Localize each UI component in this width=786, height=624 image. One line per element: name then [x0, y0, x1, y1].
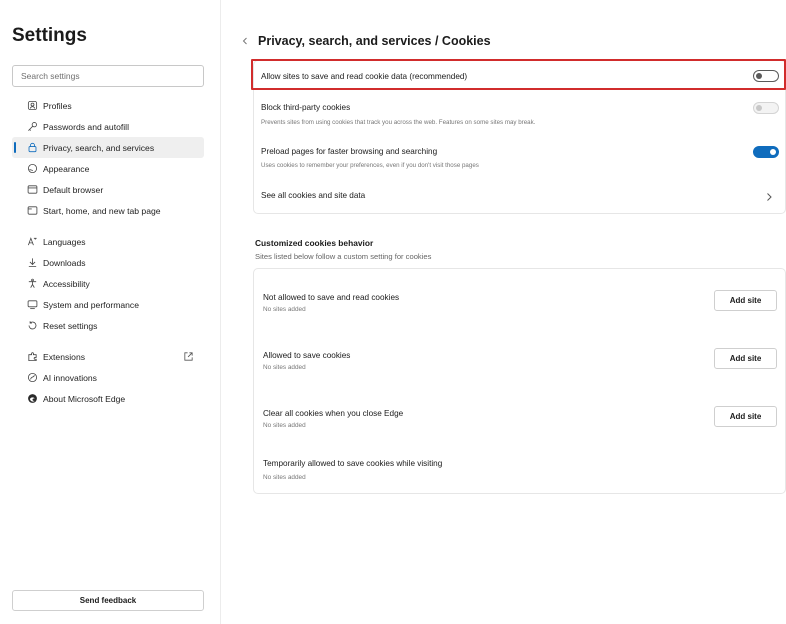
key-icon: [26, 121, 38, 133]
settings-title: Settings: [12, 25, 87, 46]
main-content: Privacy, search, and services / Cookies …: [222, 0, 786, 624]
sidebar-item-languages[interactable]: Languages: [12, 231, 204, 252]
ai-icon: [26, 372, 38, 384]
external-link-icon[interactable]: [183, 351, 194, 362]
sidebar-item-label: Languages: [43, 236, 86, 247]
sidebar-item-label: Downloads: [43, 257, 86, 268]
preload-pages-desc: Uses cookies to remember your preference…: [261, 162, 479, 169]
home-tab-icon: [26, 205, 38, 217]
block-third-party-desc: Prevents sites from using cookies that t…: [261, 119, 536, 126]
sidebar-item-default-browser[interactable]: Default browser: [12, 179, 204, 200]
extensions-icon: [26, 351, 38, 363]
cookie-settings-card: Allow sites to save and read cookie data…: [253, 60, 786, 214]
search-input[interactable]: [12, 65, 204, 87]
sidebar-item-privacy[interactable]: Privacy, search, and services: [12, 137, 204, 158]
breadcrumb: Privacy, search, and services / Cookies: [240, 34, 491, 48]
temporarily-allowed-desc: No sites added: [263, 474, 306, 481]
profile-icon: [26, 100, 38, 112]
custom-section-desc: Sites listed below follow a custom setti…: [255, 252, 432, 261]
download-icon: [26, 257, 38, 269]
see-all-cookies-row[interactable]: See all cookies and site data: [254, 179, 785, 213]
reset-icon: [26, 320, 38, 332]
sidebar-item-label: Profiles: [43, 100, 72, 111]
accessibility-icon: [26, 278, 38, 290]
block-third-party-label: Block third-party cookies: [261, 103, 351, 112]
sidebar-item-ai-innovations[interactable]: AI innovations: [12, 367, 204, 388]
not-allowed-row: Not allowed to save and read cookies No …: [254, 269, 785, 327]
block-third-party-row[interactable]: Block third-party cookies Prevents sites…: [254, 91, 785, 129]
sidebar-item-label: About Microsoft Edge: [43, 393, 126, 404]
allowed-label: Allowed to save cookies: [263, 351, 351, 360]
settings-window: Settings Profiles Passwords and autofill…: [0, 0, 786, 624]
sidebar-item-label: Passwords and autofill: [43, 121, 129, 132]
chevron-right-icon: [767, 193, 772, 201]
allowed-desc: No sites added: [263, 364, 306, 371]
clear-on-close-label: Clear all cookies when you close Edge: [263, 409, 404, 418]
temporarily-allowed-label: Temporarily allowed to save cookies whil…: [263, 459, 443, 468]
sidebar-item-accessibility[interactable]: Accessibility: [12, 273, 204, 294]
sidebar-item-profiles[interactable]: Profiles: [12, 95, 204, 116]
page-title: Privacy, search, and services / Cookies: [258, 34, 491, 48]
back-chevron-icon[interactable]: [240, 35, 250, 47]
sidebar-item-label: Appearance: [43, 163, 90, 174]
sidebar-item-downloads[interactable]: Downloads: [12, 252, 204, 273]
add-site-button[interactable]: Add site: [714, 406, 777, 427]
preload-pages-toggle[interactable]: [753, 146, 779, 158]
temporarily-allowed-row: Temporarily allowed to save cookies whil…: [254, 443, 785, 493]
sidebar: Settings Profiles Passwords and autofill…: [0, 0, 221, 624]
languages-icon: [26, 236, 38, 248]
not-allowed-desc: No sites added: [263, 306, 306, 313]
allow-cookies-label: Allow sites to save and read cookie data…: [261, 72, 468, 81]
allowed-row: Allowed to save cookies No sites added A…: [254, 327, 785, 385]
sidebar-nav: Profiles Passwords and autofill Privacy,…: [12, 95, 204, 409]
system-icon: [26, 299, 38, 311]
send-feedback-button[interactable]: Send feedback: [12, 590, 204, 611]
lock-icon: [26, 142, 38, 154]
sidebar-item-start-home[interactable]: Start, home, and new tab page: [12, 200, 204, 221]
preload-pages-row[interactable]: Preload pages for faster browsing and se…: [254, 137, 785, 177]
allow-cookies-row[interactable]: Allow sites to save and read cookie data…: [254, 61, 785, 91]
custom-section-title: Customized cookies behavior: [255, 238, 374, 248]
sidebar-item-label: Default browser: [43, 184, 104, 195]
add-site-button[interactable]: Add site: [714, 290, 777, 311]
sidebar-item-label: Privacy, search, and services: [43, 142, 155, 153]
see-all-cookies-label: See all cookies and site data: [261, 191, 366, 200]
sidebar-item-passwords[interactable]: Passwords and autofill: [12, 116, 204, 137]
sidebar-item-label: Accessibility: [43, 278, 90, 289]
sidebar-item-about[interactable]: About Microsoft Edge: [12, 388, 204, 409]
sidebar-item-label: Reset settings: [43, 320, 98, 331]
sidebar-item-label: System and performance: [43, 299, 140, 310]
appearance-icon: [26, 163, 38, 175]
not-allowed-label: Not allowed to save and read cookies: [263, 293, 400, 302]
sidebar-item-extensions[interactable]: Extensions: [12, 346, 204, 367]
sidebar-item-label: Start, home, and new tab page: [43, 205, 161, 216]
edge-icon: [26, 393, 38, 405]
clear-on-close-desc: No sites added: [263, 422, 306, 429]
clear-on-close-row: Clear all cookies when you close Edge No…: [254, 385, 785, 443]
browser-icon: [26, 184, 38, 196]
block-third-party-toggle[interactable]: [753, 102, 779, 114]
sidebar-item-label: AI innovations: [43, 372, 97, 383]
allow-cookies-toggle[interactable]: [753, 70, 779, 82]
custom-cookies-card: Not allowed to save and read cookies No …: [253, 268, 786, 494]
add-site-button[interactable]: Add site: [714, 348, 777, 369]
sidebar-item-label: Extensions: [43, 351, 86, 362]
sidebar-item-appearance[interactable]: Appearance: [12, 158, 204, 179]
sidebar-item-reset[interactable]: Reset settings: [12, 315, 204, 336]
preload-pages-label: Preload pages for faster browsing and se…: [261, 147, 438, 156]
sidebar-item-system[interactable]: System and performance: [12, 294, 204, 315]
